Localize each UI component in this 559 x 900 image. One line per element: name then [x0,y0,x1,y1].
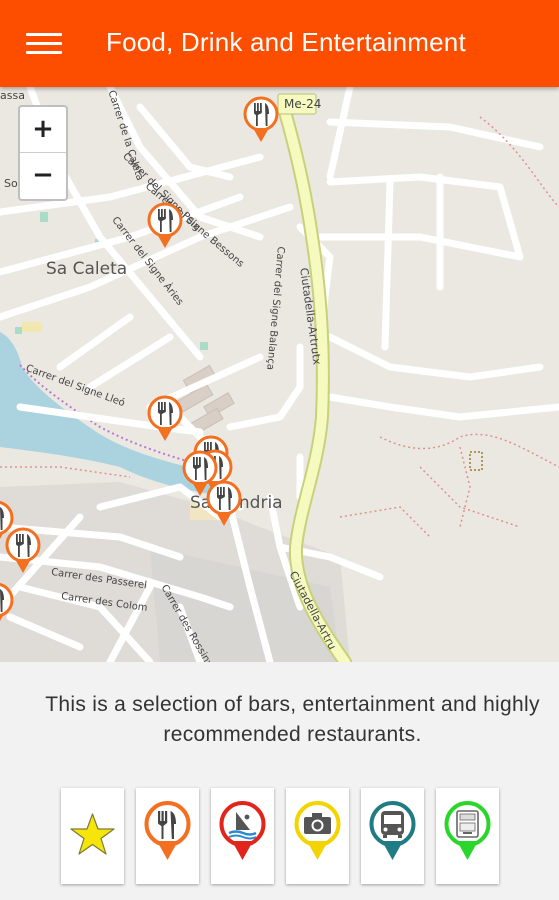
map-view[interactable]: Me-24 assa Sol Sa Caleta Sa Candria Carr… [0,87,559,662]
category-transport-button[interactable] [361,788,424,884]
restaurant-fork-knife-icon [204,480,244,530]
restaurant-marker[interactable] [145,202,185,252]
zoom-in-button[interactable]: + [20,107,66,153]
zoom-out-button[interactable]: − [20,153,66,199]
map-label-road-ref: Me-24 [284,97,322,111]
restaurant-marker[interactable] [0,582,16,632]
restaurant-fork-knife-icon [241,96,281,146]
windsurf-icon [219,801,266,860]
page-title: Food, Drink and Entertainment [106,27,466,57]
restaurant-marker[interactable] [0,500,16,550]
bus-icon [369,801,416,860]
info-description: This is a selection of bars, entertainme… [45,693,540,746]
map-label-sa-caleta: Sa Caleta [46,259,128,279]
category-sightseeing-button[interactable] [286,788,349,884]
category-atm-button[interactable] [436,788,499,884]
hamburger-menu-icon[interactable] [18,22,70,66]
restaurant-fork-knife-icon [145,395,185,445]
restaurant-marker[interactable] [145,395,185,445]
restaurant-fork-knife-icon [145,202,185,252]
restaurant-fork-knife-icon [144,801,191,860]
star-icon [70,813,115,855]
atm-icon [444,801,491,860]
app-bar: Food, Drink and Entertainment [0,0,559,87]
zoom-control: + − [18,105,68,201]
category-favorites-button[interactable] [61,788,124,884]
restaurant-marker[interactable] [241,96,281,146]
category-water-sports-button[interactable] [211,788,274,884]
map-label-partial-massa: assa [0,89,25,102]
restaurant-fork-knife-icon [0,582,16,632]
restaurant-fork-knife-icon [0,500,16,550]
camera-icon [294,801,341,860]
restaurant-marker[interactable] [204,480,244,530]
app-root: Food, Drink and Entertainment Me-24 assa… [0,0,559,900]
info-panel: This is a selection of bars, entertainme… [0,662,559,900]
category-restaurants-button[interactable] [136,788,199,884]
